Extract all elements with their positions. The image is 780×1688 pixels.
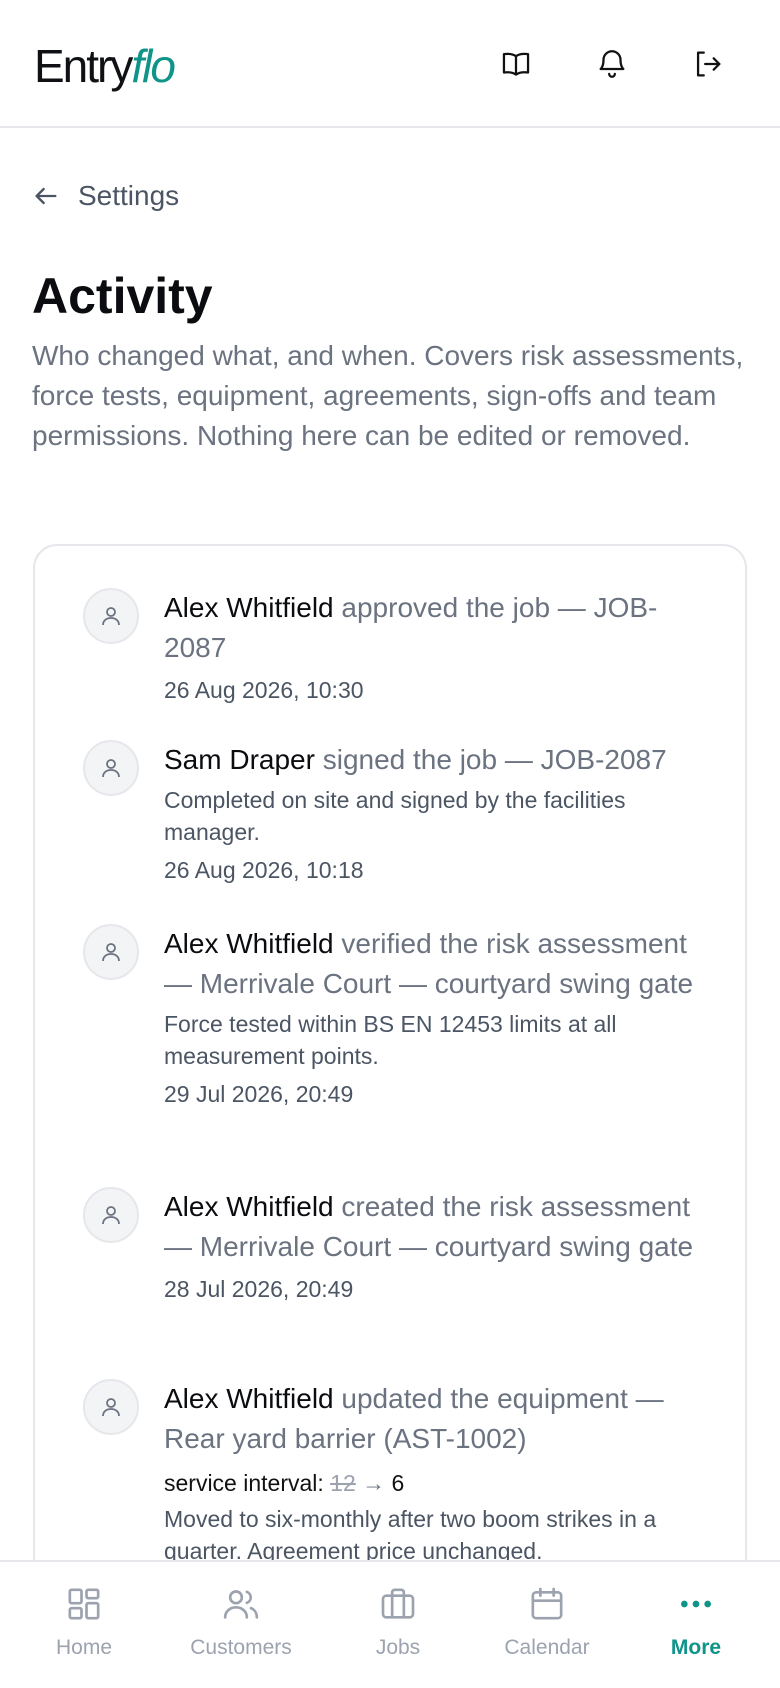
bell-icon[interactable] <box>588 40 636 88</box>
change-old-value: 12 <box>330 1470 356 1496</box>
arrow-left-icon <box>35 187 57 205</box>
user-icon <box>102 1398 120 1417</box>
calendar-icon <box>531 1587 563 1620</box>
logout-icon[interactable] <box>684 40 732 88</box>
user-icon <box>102 943 120 962</box>
briefcase-icon <box>381 1588 415 1619</box>
entry-actor: Alex Whitfield <box>164 928 334 959</box>
nav-item-calendar[interactable]: Calendar <box>472 1584 622 1674</box>
change-field: service interval: <box>164 1470 324 1496</box>
entry-field-change: service interval: 12 → 6 <box>164 1467 704 1499</box>
entry-actor: Sam Draper <box>164 744 315 775</box>
entry-actor: Alex Whitfield <box>164 592 334 623</box>
user-icon <box>102 759 120 778</box>
grid-icon <box>68 1588 100 1620</box>
entry-timestamp: 26 Aug 2026, 10:30 <box>164 677 364 703</box>
entry-note: Completed on site and signed by the faci… <box>164 787 626 845</box>
nav-item-more[interactable]: More <box>621 1584 771 1674</box>
nav-item-jobs[interactable]: Jobs <box>323 1584 473 1674</box>
more-icon <box>681 1600 711 1608</box>
avatar <box>83 924 139 980</box>
nav-label: Calendar <box>504 1636 590 1659</box>
page-title: Activity <box>32 268 213 324</box>
entry-actor: Alex Whitfield <box>164 1191 334 1222</box>
back-label: Settings <box>78 180 180 211</box>
nav-label: Customers <box>190 1636 292 1659</box>
entry-headline: Sam Draper signed the job — JOB-2087 <box>164 740 704 780</box>
nav-label: Jobs <box>375 1636 421 1659</box>
entry-note: Force tested within BS EN 12453 limits a… <box>164 1011 617 1069</box>
user-icon <box>102 1206 120 1225</box>
brand-logo-part2: flo <box>131 40 176 92</box>
entry-timestamp: 29 Jul 2026, 20:49 <box>164 1081 354 1107</box>
avatar <box>83 740 139 796</box>
change-new-value: 6 <box>391 1470 405 1496</box>
entry-actor: Alex Whitfield <box>164 1383 334 1414</box>
nav-label: Home <box>55 1636 113 1659</box>
brand-logo[interactable]: Entryflo <box>34 36 176 96</box>
entry-note: Moved to six-monthly after two boom stri… <box>164 1506 657 1564</box>
entry-headline: Alex Whitfield verified the risk assessm… <box>164 924 704 1004</box>
nav-label: More <box>670 1636 722 1659</box>
entry-action: signed the job — JOB-2087 <box>314 744 667 775</box>
bottom-nav: Home Customers Jobs Calendar More <box>0 1560 780 1688</box>
entry-headline: Alex Whitfield updated the equipment — R… <box>164 1379 704 1459</box>
entry-headline: Alex Whitfield created the risk assessme… <box>164 1187 704 1267</box>
change-arrow: → <box>362 1470 386 1496</box>
page-description: Who changed what, and when. Covers risk … <box>32 340 744 451</box>
avatar <box>83 1379 139 1435</box>
brand-logo-part1: Entry <box>34 40 133 92</box>
back-to-settings-link[interactable]: Settings <box>32 176 179 216</box>
entry-timestamp: 28 Jul 2026, 20:49 <box>164 1276 354 1302</box>
user-icon <box>102 607 120 626</box>
book-icon[interactable] <box>492 40 540 88</box>
activity-list: Alex Whitfield approved the job — JOB-20… <box>33 544 747 1688</box>
avatar <box>83 1187 139 1243</box>
nav-item-home[interactable]: Home <box>9 1584 159 1674</box>
top-bar: Entryflo <box>0 0 780 128</box>
entry-headline: Alex Whitfield approved the job — JOB-20… <box>164 588 704 668</box>
entry-timestamp: 26 Aug 2026, 10:18 <box>164 857 364 883</box>
users-icon <box>223 1590 259 1619</box>
nav-item-customers[interactable]: Customers <box>166 1584 316 1674</box>
avatar <box>83 588 139 644</box>
